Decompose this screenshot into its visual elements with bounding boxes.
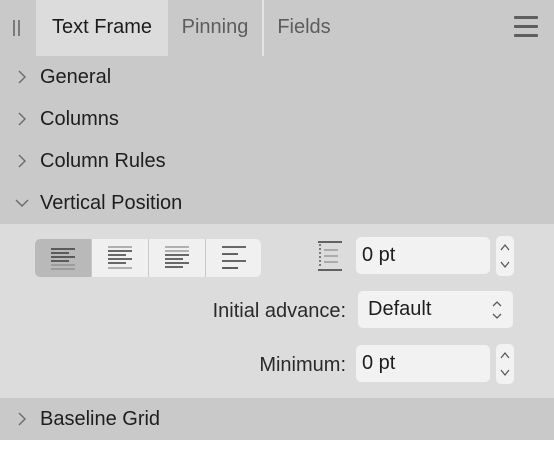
align-center-button[interactable] (92, 239, 148, 277)
hamburger-menu-icon[interactable] (514, 16, 538, 38)
vertical-alignment-control (35, 239, 261, 277)
minimum-stepper[interactable] (496, 344, 514, 384)
initial-advance-select[interactable]: Default (358, 291, 513, 328)
chevron-right-icon (18, 154, 26, 168)
drag-grip-icon[interactable] (11, 18, 23, 38)
align-center-icon (108, 246, 132, 269)
inset-stepper[interactable] (496, 236, 514, 276)
vertical-position-body: 0 pt Initial advance: Default Minimum: 0… (0, 224, 554, 398)
align-top-button[interactable] (35, 239, 91, 277)
stepper-arrows-icon (500, 243, 510, 269)
initial-advance-value: Default (368, 298, 432, 320)
section-label: Baseline Grid (40, 408, 161, 430)
chevron-right-icon (18, 412, 26, 426)
align-justify-icon (222, 246, 246, 269)
section-baseline-grid[interactable]: Baseline Grid (0, 398, 554, 440)
stepper-arrows-icon (500, 351, 510, 377)
align-bottom-icon (165, 246, 189, 268)
vertical-inset-icon (318, 241, 342, 271)
minimum-field[interactable]: 0 pt (356, 345, 490, 382)
text-frame-panel: Text Frame Pinning Fields General Column… (0, 0, 554, 452)
panel-tab-bar: Text Frame Pinning Fields (0, 0, 554, 56)
align-top-icon (51, 248, 75, 270)
section-label: General (40, 66, 112, 88)
section-label: Columns (40, 108, 119, 130)
chevron-down-icon (15, 199, 29, 207)
select-chevrons-icon (492, 301, 502, 319)
section-label: Column Rules (40, 150, 166, 172)
chevron-right-icon (18, 70, 26, 84)
section-vertical-position[interactable]: Vertical Position (0, 182, 554, 224)
tab-text-frame[interactable]: Text Frame (36, 0, 168, 56)
section-general[interactable]: General (0, 56, 554, 98)
section-column-rules[interactable]: Column Rules (0, 140, 554, 182)
align-bottom-button[interactable] (149, 239, 205, 277)
tab-pinning[interactable]: Pinning (168, 0, 262, 56)
tab-fields[interactable]: Fields (264, 0, 344, 56)
section-columns[interactable]: Columns (0, 98, 554, 140)
minimum-label: Minimum: (259, 354, 346, 376)
section-label: Vertical Position (40, 192, 183, 214)
inset-field[interactable]: 0 pt (356, 237, 490, 274)
align-justify-button[interactable] (206, 239, 261, 277)
initial-advance-label: Initial advance: (212, 300, 346, 322)
chevron-right-icon (18, 112, 26, 126)
